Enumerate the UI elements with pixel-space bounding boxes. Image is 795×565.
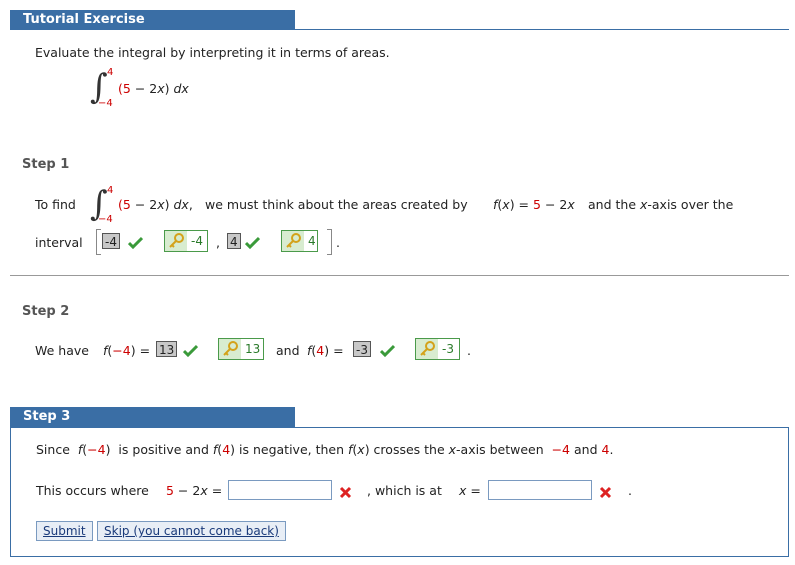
tutorial-title: Tutorial Exercise bbox=[23, 12, 145, 27]
step2-title: Step 2 bbox=[22, 304, 70, 319]
interval-comma: , bbox=[216, 235, 220, 250]
check-icon bbox=[380, 344, 395, 358]
key-icon bbox=[165, 231, 187, 251]
step3-occurs-label: This occurs where bbox=[36, 483, 149, 498]
submit-button[interactable]: Submit bbox=[36, 521, 93, 541]
entered-lower-bound: -4 bbox=[102, 233, 120, 249]
answer-key-upper-value: 4 bbox=[308, 234, 316, 248]
instruction-text: Evaluate the integral by interpreting it… bbox=[35, 45, 390, 60]
answer-key-lower: -4 bbox=[164, 230, 208, 252]
answer-key-upper: 4 bbox=[281, 230, 318, 252]
step3-occurs-expr: 5 − 2x = bbox=[166, 483, 223, 498]
answer-key-f-neg4-value: 13 bbox=[245, 342, 261, 356]
step2-and: and bbox=[276, 343, 300, 358]
answer-key-f-4: -3 bbox=[415, 338, 460, 360]
key-icon bbox=[416, 339, 438, 359]
step3-which-label: , which is at bbox=[367, 483, 442, 498]
wrong-x-icon bbox=[339, 486, 352, 499]
integrand: (5 − 2x) dx bbox=[118, 81, 189, 96]
step2-period: . bbox=[467, 343, 471, 358]
step1-interval-label: interval bbox=[35, 235, 83, 250]
step1-to-find: To find bbox=[35, 197, 76, 212]
step3-header: Step 3 bbox=[10, 407, 295, 427]
key-icon bbox=[219, 339, 241, 359]
entered-f-4: -3 bbox=[353, 341, 371, 357]
answer-key-f-neg4: 13 bbox=[218, 338, 264, 360]
check-icon bbox=[128, 236, 143, 250]
occurs-input[interactable] bbox=[228, 480, 332, 500]
step1-title: Step 1 bbox=[22, 157, 70, 172]
skip-button[interactable]: Skip (you cannot come back) bbox=[97, 521, 286, 541]
step1-integral-lower: −4 bbox=[98, 214, 113, 225]
step1-period: . bbox=[336, 235, 340, 250]
x-value-input[interactable] bbox=[488, 480, 592, 500]
integral-lower: −4 bbox=[98, 98, 113, 109]
step2-we-have: We have bbox=[35, 343, 89, 358]
step1-integrand: (5 − 2x) dx, bbox=[118, 197, 193, 212]
interval-open-bracket bbox=[96, 229, 101, 255]
entered-f-neg4: 13 bbox=[156, 341, 178, 357]
wrong-x-icon bbox=[599, 486, 612, 499]
step3-period: . bbox=[628, 483, 632, 498]
key-icon bbox=[282, 231, 304, 251]
integral-upper: 4 bbox=[107, 67, 114, 78]
tutorial-header: Tutorial Exercise bbox=[10, 10, 295, 30]
step1-text-end: and the x-axis over the bbox=[588, 197, 734, 212]
header-divider bbox=[295, 29, 789, 30]
interval-close-bracket bbox=[327, 229, 332, 255]
entered-upper-bound: 4 bbox=[227, 233, 241, 249]
step3-title: Step 3 bbox=[23, 409, 71, 424]
check-icon bbox=[245, 236, 260, 250]
check-icon bbox=[183, 344, 198, 358]
step3-which-x: x = bbox=[459, 483, 481, 498]
answer-key-f-4-value: -3 bbox=[442, 342, 454, 356]
step1-text-middle: we must think about the areas created by bbox=[205, 197, 468, 212]
step1-fx: f(x) = 5 − 2x bbox=[493, 197, 575, 212]
step1-integral-upper: 4 bbox=[107, 185, 114, 196]
step3-since-text: Since f(−4) is positive and f(4) is nega… bbox=[36, 442, 614, 457]
step2-f-4: f(4) = bbox=[307, 343, 344, 358]
step2-f-neg4: f(−4) = bbox=[103, 343, 151, 358]
answer-key-lower-value: -4 bbox=[191, 234, 203, 248]
step-divider bbox=[10, 275, 789, 276]
